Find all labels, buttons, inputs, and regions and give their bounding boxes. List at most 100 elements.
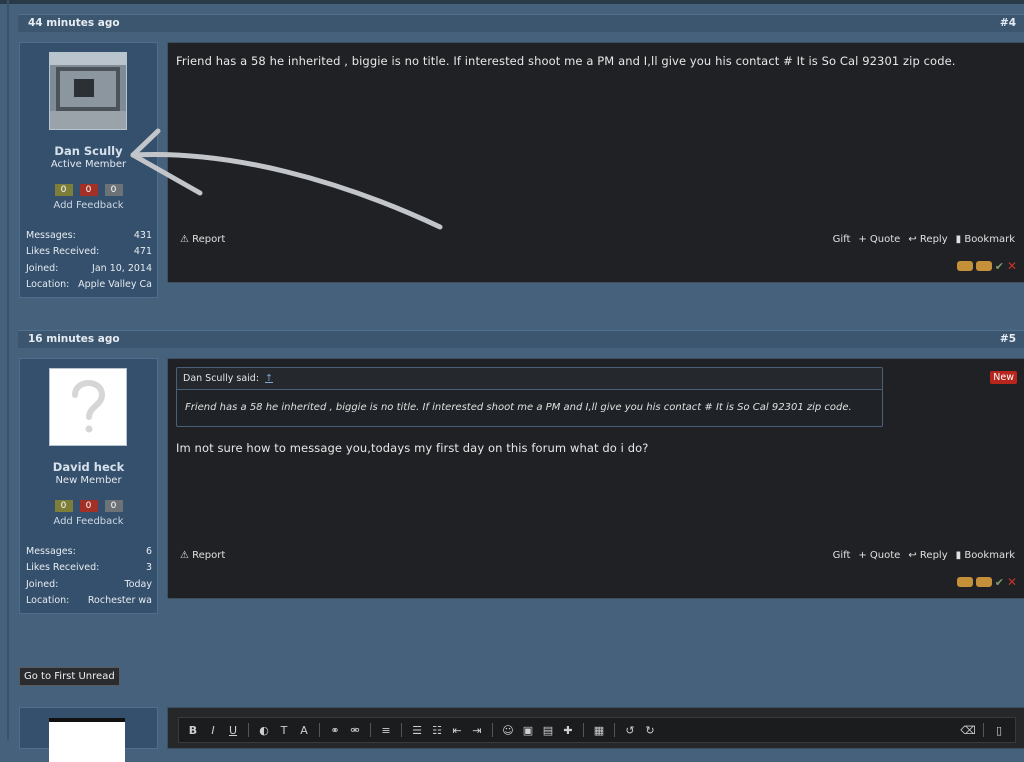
unlink-icon[interactable]: ⚮ xyxy=(347,724,363,737)
stat-location: Location: Rochester wa xyxy=(26,594,152,606)
insert-icon[interactable]: ✚ xyxy=(560,724,576,737)
image-icon[interactable]: ▣ xyxy=(520,724,536,737)
feedback-counts: 0 0 0 xyxy=(20,500,157,512)
toolbar-divider xyxy=(319,723,320,737)
add-feedback-link[interactable]: Add Feedback xyxy=(20,516,157,527)
avatar-photo xyxy=(50,53,126,129)
add-feedback-link[interactable]: Add Feedback xyxy=(20,200,157,211)
report-link[interactable]: ⚠ Report xyxy=(180,550,225,561)
italic-icon[interactable]: I xyxy=(205,724,221,737)
handshake-icon[interactable] xyxy=(956,261,973,271)
undo-icon[interactable]: ↺ xyxy=(622,724,638,737)
top-strip xyxy=(0,0,1024,4)
reply-link[interactable]: ↩ Reply xyxy=(908,550,947,561)
stat-likes: Likes Received: 3 xyxy=(26,562,152,574)
reactions: ✔ ✕ xyxy=(956,575,1017,589)
negative-feedback[interactable]: 0 xyxy=(79,184,98,196)
toolbar-divider xyxy=(583,723,584,737)
bold-icon[interactable]: B xyxy=(185,724,201,737)
smiley-icon[interactable]: ☺ xyxy=(500,724,516,737)
user-title: New Member xyxy=(55,475,122,486)
post-header: 16 minutes ago #5 xyxy=(18,330,1024,348)
new-badge: New xyxy=(990,371,1017,384)
stat-joined: Joined: Today xyxy=(26,578,152,590)
go-to-first-unread-button[interactable]: Go to First Unread xyxy=(19,667,120,686)
user-stats: Messages: 6 Likes Received: 3 Joined: Today… xyxy=(26,546,152,611)
toolbar-divider xyxy=(983,723,984,737)
handshake-icon[interactable] xyxy=(956,577,973,587)
quote-text: Friend has a 58 he inherited , biggie is… xyxy=(185,402,852,413)
post-age: 44 minutes ago xyxy=(28,17,120,29)
toolbar-divider xyxy=(401,723,402,737)
avatar xyxy=(49,718,125,762)
check-icon[interactable]: ✔ xyxy=(995,260,1004,273)
text-size-icon[interactable]: T xyxy=(276,724,292,737)
color-icon[interactable]: ◐ xyxy=(256,724,272,737)
close-icon[interactable]: ✕ xyxy=(1007,575,1017,589)
quote-link[interactable]: + Quote xyxy=(858,550,900,561)
user-card: Dan Scully Active Member 0 0 0 Add Feedb… xyxy=(19,42,158,298)
check-icon[interactable]: ✔ xyxy=(995,576,1004,589)
toolbar-divider xyxy=(370,723,371,737)
underline-icon[interactable]: U xyxy=(225,724,241,737)
quote-block: Dan Scully said: ↑ Friend has a 58 he in… xyxy=(176,367,883,427)
bookmark-link[interactable]: ▮ Bookmark xyxy=(956,234,1015,245)
stat-location: Location: Apple Valley Ca xyxy=(26,278,152,290)
post-number-link[interactable]: #4 xyxy=(1000,17,1016,29)
stat-joined: Joined: Jan 10, 2014 xyxy=(26,262,152,274)
source-icon[interactable]: ▯ xyxy=(991,724,1007,737)
bullet-list-icon[interactable]: ☰ xyxy=(409,724,425,737)
warning-icon: ⚠ xyxy=(180,550,189,561)
media-icon[interactable]: ▤ xyxy=(540,724,556,737)
indent-icon[interactable]: ⇥ xyxy=(469,724,485,737)
post-actions: Gift + Quote ↩ Reply ▮ Bookmark xyxy=(833,234,1015,245)
user-title: Active Member xyxy=(50,159,127,170)
bookmark-icon: ▮ xyxy=(955,234,962,245)
warning-icon: ⚠ xyxy=(180,234,189,245)
neutral-feedback[interactable]: 0 xyxy=(104,184,123,196)
reply-icon: ↩ xyxy=(908,234,917,245)
link-icon[interactable]: ⚭ xyxy=(327,724,343,737)
positive-feedback[interactable]: 0 xyxy=(54,500,73,512)
eraser-icon[interactable]: ⌫ xyxy=(960,724,976,737)
post-actions: Gift + Quote ↩ Reply ▮ Bookmark xyxy=(833,550,1015,561)
neutral-feedback[interactable]: 0 xyxy=(104,500,123,512)
stat-likes: Likes Received: 471 xyxy=(26,246,152,258)
jump-to-quote-link[interactable]: ↑ xyxy=(265,373,273,384)
gift-link[interactable]: Gift xyxy=(833,550,851,561)
reply-link[interactable]: ↩ Reply xyxy=(908,234,947,245)
post-number-link[interactable]: #5 xyxy=(1000,333,1016,345)
close-icon[interactable]: ✕ xyxy=(1007,259,1017,273)
username[interactable]: Dan Scully xyxy=(20,144,157,158)
font-icon[interactable]: A xyxy=(296,724,312,737)
redo-icon[interactable]: ↻ xyxy=(642,724,658,737)
default-avatar-icon xyxy=(50,369,126,445)
toolbar-divider xyxy=(492,723,493,737)
negative-feedback[interactable]: 0 xyxy=(79,500,98,512)
username[interactable]: David heck xyxy=(20,460,157,474)
avatar[interactable] xyxy=(49,52,127,130)
post-message: Friend has a 58 he inherited , biggie is… xyxy=(176,54,956,68)
bookmark-link[interactable]: ▮ Bookmark xyxy=(956,550,1015,561)
reply-editor: B I U ◐ T A ⚭ ⚮ ≡ ☰ ☷ ⇤ ⇥ ☺ ▣ ▤ ✚ ▦ ↺ ↻ … xyxy=(167,707,1024,749)
save-icon[interactable]: ▦ xyxy=(591,724,607,737)
report-link[interactable]: ⚠ Report xyxy=(180,234,225,245)
handshake-icon[interactable] xyxy=(975,261,992,271)
avatar[interactable] xyxy=(49,368,127,446)
post-body: Friend has a 58 he inherited , biggie is… xyxy=(167,42,1024,283)
quote-header: Dan Scully said: ↑ xyxy=(177,368,882,390)
reply-icon: ↩ xyxy=(908,550,917,561)
quote-link[interactable]: + Quote xyxy=(858,234,900,245)
post-body: Dan Scully said: ↑ Friend has a 58 he in… xyxy=(167,358,1024,599)
gift-link[interactable]: Gift xyxy=(833,234,851,245)
numbered-list-icon[interactable]: ☷ xyxy=(429,724,445,737)
outdent-icon[interactable]: ⇤ xyxy=(449,724,465,737)
toolbar-divider xyxy=(614,723,615,737)
align-icon[interactable]: ≡ xyxy=(378,724,394,737)
positive-feedback[interactable]: 0 xyxy=(54,184,73,196)
left-divider xyxy=(7,0,9,740)
post-age: 16 minutes ago xyxy=(28,333,120,345)
handshake-icon[interactable] xyxy=(975,577,992,587)
stat-messages: Messages: 6 xyxy=(26,546,152,557)
stat-messages: Messages: 431 xyxy=(26,230,152,241)
